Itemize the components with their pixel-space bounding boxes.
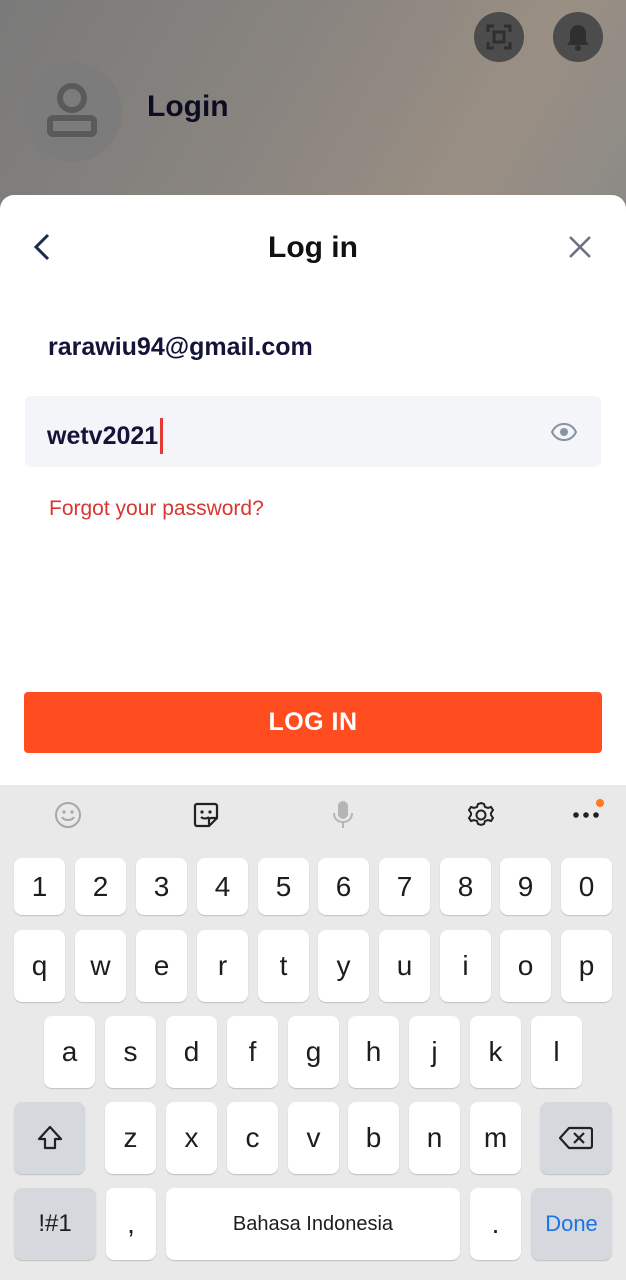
page-title: Login bbox=[147, 90, 229, 123]
space-key[interactable]: Bahasa Indonesia bbox=[166, 1188, 460, 1260]
settings-button[interactable] bbox=[461, 797, 501, 833]
close-icon bbox=[569, 236, 591, 258]
notification-button[interactable] bbox=[553, 12, 603, 62]
microphone-button[interactable] bbox=[323, 797, 363, 833]
key-p[interactable]: p bbox=[561, 930, 612, 1002]
key-7[interactable]: 7 bbox=[379, 858, 430, 915]
key-m[interactable]: m bbox=[470, 1102, 521, 1174]
key-q[interactable]: q bbox=[14, 930, 65, 1002]
key-z[interactable]: z bbox=[105, 1102, 156, 1174]
key-w[interactable]: w bbox=[75, 930, 126, 1002]
backspace-key[interactable] bbox=[540, 1102, 612, 1174]
key-2[interactable]: 2 bbox=[75, 858, 126, 915]
text-caret bbox=[160, 418, 164, 454]
scan-button[interactable] bbox=[474, 12, 524, 62]
key-5[interactable]: 5 bbox=[258, 858, 309, 915]
key-6[interactable]: 6 bbox=[318, 858, 369, 915]
key-4[interactable]: 4 bbox=[197, 858, 248, 915]
key-u[interactable]: u bbox=[379, 930, 430, 1002]
key-d[interactable]: d bbox=[166, 1016, 217, 1088]
key-j[interactable]: j bbox=[409, 1016, 460, 1088]
key-f[interactable]: f bbox=[227, 1016, 278, 1088]
close-button[interactable] bbox=[560, 227, 600, 267]
key-g[interactable]: g bbox=[288, 1016, 339, 1088]
password-value-wrap: wetv2021 bbox=[47, 418, 164, 454]
backspace-icon bbox=[559, 1126, 593, 1150]
key-e[interactable]: e bbox=[136, 930, 187, 1002]
key-9[interactable]: 9 bbox=[500, 858, 551, 915]
key-n[interactable]: n bbox=[409, 1102, 460, 1174]
email-field[interactable]: rarawiu94@gmail.com bbox=[48, 333, 313, 362]
keyboard: 1 2 3 4 5 6 7 8 9 0 q w e r t y u i o p … bbox=[0, 785, 626, 1280]
shift-icon bbox=[37, 1125, 62, 1150]
comma-key[interactable]: , bbox=[106, 1188, 156, 1260]
key-l[interactable]: l bbox=[531, 1016, 582, 1088]
gear-icon bbox=[467, 801, 495, 827]
symbols-key[interactable]: !#1 bbox=[14, 1188, 96, 1260]
more-button[interactable] bbox=[566, 797, 606, 833]
key-v[interactable]: v bbox=[288, 1102, 339, 1174]
key-i[interactable]: i bbox=[440, 930, 491, 1002]
key-k[interactable]: k bbox=[470, 1016, 521, 1088]
login-button[interactable]: LOG IN bbox=[24, 692, 602, 753]
key-8[interactable]: 8 bbox=[440, 858, 491, 915]
key-0[interactable]: 0 bbox=[561, 858, 612, 915]
done-key[interactable]: Done bbox=[531, 1188, 612, 1260]
key-3[interactable]: 3 bbox=[136, 858, 187, 915]
login-sheet: Log in rarawiu94@gmail.com wetv2021 Forg… bbox=[0, 195, 626, 785]
emoji-icon bbox=[55, 802, 81, 828]
key-1[interactable]: 1 bbox=[14, 858, 65, 915]
password-field[interactable]: wetv2021 bbox=[25, 396, 601, 467]
sheet-title: Log in bbox=[268, 231, 358, 264]
key-o[interactable]: o bbox=[500, 930, 551, 1002]
shift-key[interactable] bbox=[14, 1102, 85, 1174]
period-key[interactable]: . bbox=[470, 1188, 521, 1260]
toggle-password-visibility-button[interactable] bbox=[549, 418, 579, 446]
password-value: wetv2021 bbox=[47, 421, 159, 450]
key-s[interactable]: s bbox=[105, 1016, 156, 1088]
microphone-icon bbox=[333, 801, 353, 828]
sticker-button[interactable] bbox=[186, 797, 226, 833]
bell-icon bbox=[567, 25, 589, 51]
key-c[interactable]: c bbox=[227, 1102, 278, 1174]
emoji-button[interactable] bbox=[48, 797, 88, 833]
key-x[interactable]: x bbox=[166, 1102, 217, 1174]
key-y[interactable]: y bbox=[318, 930, 369, 1002]
keyboard-toolbar bbox=[0, 785, 626, 845]
forgot-password-link[interactable]: Forgot your password? bbox=[49, 497, 264, 521]
eye-icon bbox=[551, 423, 577, 441]
avatar bbox=[22, 62, 122, 162]
sticker-icon bbox=[193, 802, 219, 828]
key-b[interactable]: b bbox=[348, 1102, 399, 1174]
scan-icon bbox=[486, 24, 512, 50]
key-t[interactable]: t bbox=[258, 930, 309, 1002]
user-icon bbox=[47, 83, 97, 137]
key-a[interactable]: a bbox=[44, 1016, 95, 1088]
more-dots-icon bbox=[573, 812, 599, 818]
key-h[interactable]: h bbox=[348, 1016, 399, 1088]
key-r[interactable]: r bbox=[197, 930, 248, 1002]
notification-dot bbox=[596, 799, 604, 807]
